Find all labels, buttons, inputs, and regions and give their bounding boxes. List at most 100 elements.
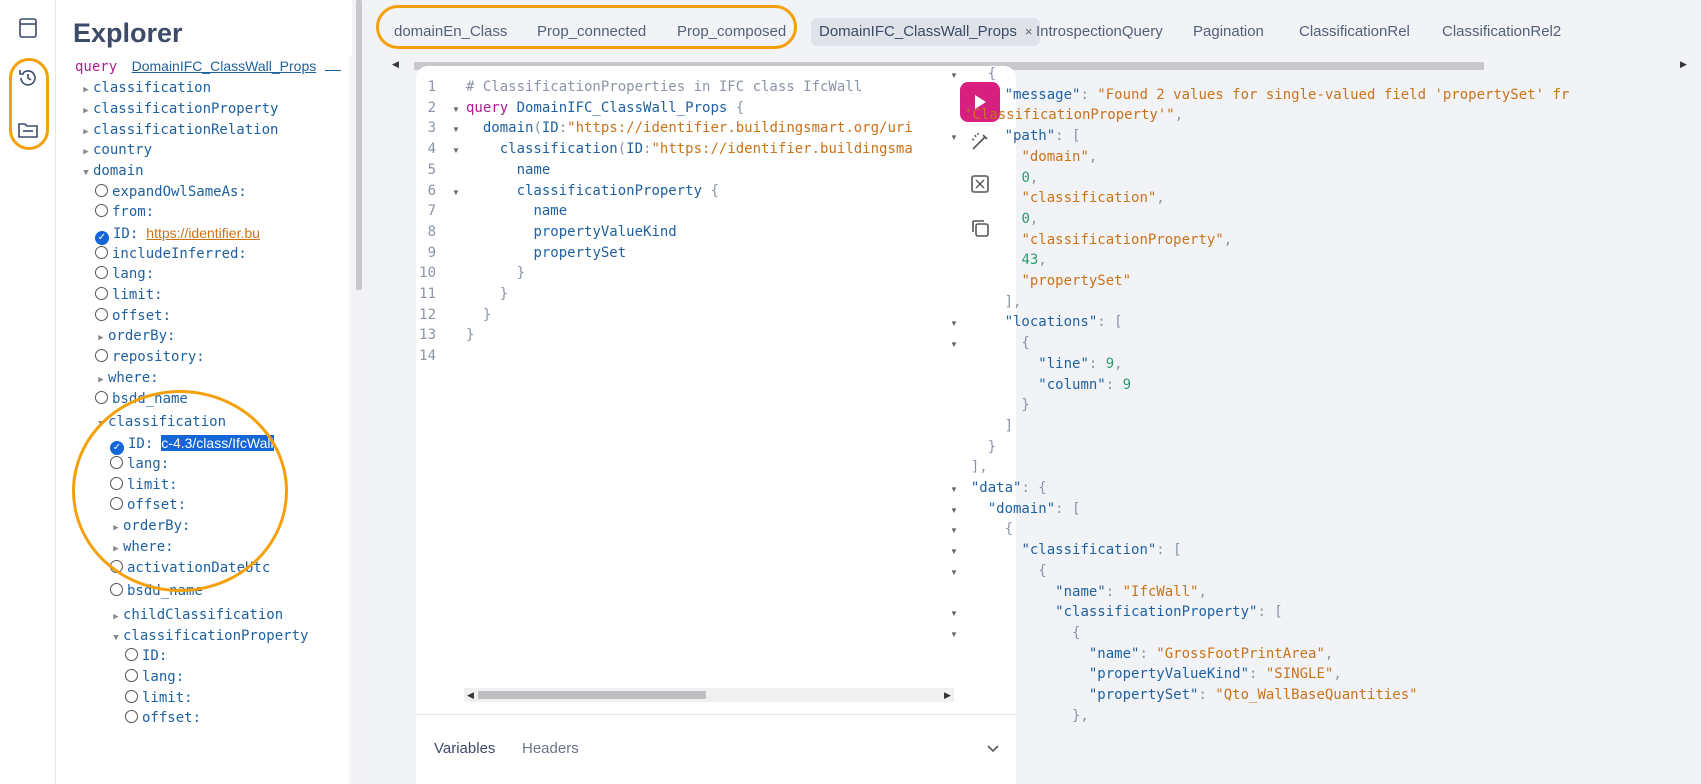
explorer-item[interactable]: lang: <box>125 667 184 687</box>
chevron-right-icon[interactable]: ▶ <box>94 370 108 390</box>
tab-domainifc_classwall_props[interactable]: DomainIFC_ClassWall_Props × <box>811 18 1041 46</box>
scroll-left-icon[interactable]: ◀ <box>467 690 474 701</box>
checked-circle-icon[interactable]: ✓ <box>95 231 109 245</box>
explorer-item[interactable]: ▶ classificationProperty <box>79 99 278 119</box>
code-line[interactable]: } <box>466 286 508 302</box>
panel-resize-handle[interactable] <box>352 0 366 784</box>
chevron-down-icon[interactable]: ▼ <box>79 163 93 183</box>
chevron-right-icon[interactable]: ▶ <box>79 101 93 121</box>
code-line[interactable]: classificationProperty { <box>466 183 719 199</box>
tabs-scroll-left-icon[interactable]: ◀ <box>392 59 399 70</box>
query-editor[interactable]: 1 # ClassificationProperties in IFC class… <box>416 66 1016 784</box>
unchecked-circle-icon[interactable] <box>95 246 108 259</box>
unchecked-circle-icon[interactable] <box>110 456 123 469</box>
code-line[interactable]: name <box>466 162 551 178</box>
chevron-down-icon[interactable]: ▼ <box>94 414 108 434</box>
explorer-item[interactable]: expandOwlSameAs: <box>95 182 247 202</box>
tab-introspectionquery[interactable]: IntrospectionQuery <box>1028 18 1171 46</box>
code-line[interactable]: } <box>466 327 474 343</box>
unchecked-circle-icon[interactable] <box>125 648 138 661</box>
unchecked-circle-icon[interactable] <box>95 287 108 300</box>
unchecked-circle-icon[interactable] <box>95 184 108 197</box>
tab-prop_connected[interactable]: Prop_connected <box>529 18 654 46</box>
fold-icon[interactable]: ▼ <box>452 188 460 197</box>
explorer-item[interactable]: offset: <box>110 495 186 515</box>
chevron-right-icon[interactable]: ▶ <box>79 142 93 162</box>
explorer-item[interactable]: ▶ orderBy: <box>109 516 190 536</box>
chevron-down-icon[interactable]: ▼ <box>109 628 123 648</box>
explorer-arg-value-input[interactable]: https://identifier.bu <box>146 225 260 241</box>
unchecked-circle-icon[interactable] <box>125 690 138 703</box>
explorer-item[interactable]: ID: <box>125 646 167 666</box>
checked-circle-icon[interactable]: ✓ <box>110 441 124 455</box>
editor-hscrollbar[interactable]: ◀ ▶ <box>464 688 954 702</box>
explorer-item[interactable]: offset: <box>95 306 171 326</box>
chevron-right-icon[interactable]: ▶ <box>109 607 123 627</box>
explorer-item[interactable]: ▶ classification <box>79 78 211 98</box>
headers-tab[interactable]: Headers <box>522 740 579 757</box>
code-line[interactable]: propertyValueKind <box>466 224 676 240</box>
explorer-item[interactable]: ▶ orderBy: <box>94 326 175 346</box>
explorer-item[interactable]: ▶ where: <box>109 537 173 559</box>
unchecked-circle-icon[interactable] <box>95 349 108 362</box>
explorer-item[interactable]: ▼ classification <box>94 412 226 432</box>
docs-icon[interactable] <box>14 14 42 42</box>
explorer-item[interactable]: activationDateUtc <box>110 558 270 578</box>
explorer-item[interactable]: ▶ childClassification <box>109 605 283 625</box>
explorer-item[interactable]: bsdd_name <box>110 581 203 601</box>
fold-icon[interactable]: ▼ <box>452 146 460 155</box>
tab-domainen_class[interactable]: domainEn_Class <box>386 18 515 46</box>
unchecked-circle-icon[interactable] <box>110 560 123 573</box>
tab-classificationrel2[interactable]: ClassificationRel2 <box>1434 18 1569 46</box>
explorer-item[interactable]: includeInferred: <box>95 244 247 264</box>
explorer-item[interactable]: ▼ domain <box>79 161 143 183</box>
explorer-item[interactable]: from: <box>95 202 154 222</box>
chevron-right-icon[interactable]: ▶ <box>79 80 93 100</box>
tab-classificationrel[interactable]: ClassificationRel <box>1291 18 1418 46</box>
fold-icon[interactable]: ▼ <box>452 105 460 114</box>
tab-pagination[interactable]: Pagination <box>1185 18 1272 46</box>
code-line[interactable]: } <box>466 265 525 281</box>
explorer-item[interactable]: limit: <box>95 285 163 305</box>
fold-icon[interactable]: ▼ <box>452 125 460 134</box>
explorer-item[interactable]: ▶ where: <box>94 368 158 390</box>
unchecked-circle-icon[interactable] <box>110 477 123 490</box>
chevron-right-icon[interactable]: ▶ <box>79 122 93 142</box>
explorer-item[interactable]: ✓ ID: https://identifier.bu <box>95 223 260 245</box>
explorer-arg-value-input[interactable]: c-4.3/class/IfcWall <box>161 435 274 451</box>
unchecked-circle-icon[interactable] <box>95 266 108 279</box>
code-line[interactable]: } <box>466 307 491 323</box>
code-line[interactable]: query DomainIFC_ClassWall_Props { <box>466 100 744 116</box>
explorer-item[interactable]: ▶ country <box>79 140 152 160</box>
unchecked-circle-icon[interactable] <box>110 583 123 596</box>
unchecked-circle-icon[interactable] <box>95 204 108 217</box>
code-line[interactable]: classification(ID:"https://identifier.bu… <box>466 141 913 157</box>
code-line[interactable]: # ClassificationProperties in IFC class … <box>466 79 862 95</box>
unchecked-circle-icon[interactable] <box>125 669 138 682</box>
unchecked-circle-icon[interactable] <box>110 497 123 510</box>
code-line[interactable]: name <box>466 203 567 219</box>
code-line[interactable]: domain(ID:"https://identifier.buildingsm… <box>466 120 913 136</box>
variables-tab[interactable]: Variables <box>434 740 495 757</box>
explorer-item-label: includeInferred: <box>112 246 247 262</box>
unchecked-circle-icon[interactable] <box>125 710 138 723</box>
explorer-item[interactable]: ✓ ID: c-4.3/class/IfcWall <box>110 433 274 455</box>
explorer-item[interactable]: lang: <box>110 454 169 474</box>
explorer-item[interactable]: ▼ classificationProperty <box>109 626 308 646</box>
code-line[interactable]: propertySet <box>466 245 626 261</box>
explorer-item[interactable]: lang: <box>95 264 154 284</box>
unchecked-circle-icon[interactable] <box>95 391 108 404</box>
unchecked-circle-icon[interactable] <box>95 308 108 321</box>
collection-folder-icon[interactable] <box>14 116 42 144</box>
chevron-right-icon[interactable]: ▶ <box>109 539 123 559</box>
tab-prop_composed[interactable]: Prop_composed <box>669 18 794 46</box>
chevron-right-icon[interactable]: ▶ <box>109 518 123 538</box>
explorer-item[interactable]: offset: <box>125 708 201 728</box>
explorer-item[interactable]: limit: <box>110 475 178 495</box>
chevron-right-icon[interactable]: ▶ <box>94 328 108 348</box>
explorer-item[interactable]: ▶ classificationRelation <box>79 120 278 140</box>
explorer-item[interactable]: repository: <box>95 347 205 367</box>
explorer-item[interactable]: bsdd_name <box>95 389 188 409</box>
explorer-item[interactable]: limit: <box>125 688 193 708</box>
history-icon[interactable] <box>14 64 42 92</box>
